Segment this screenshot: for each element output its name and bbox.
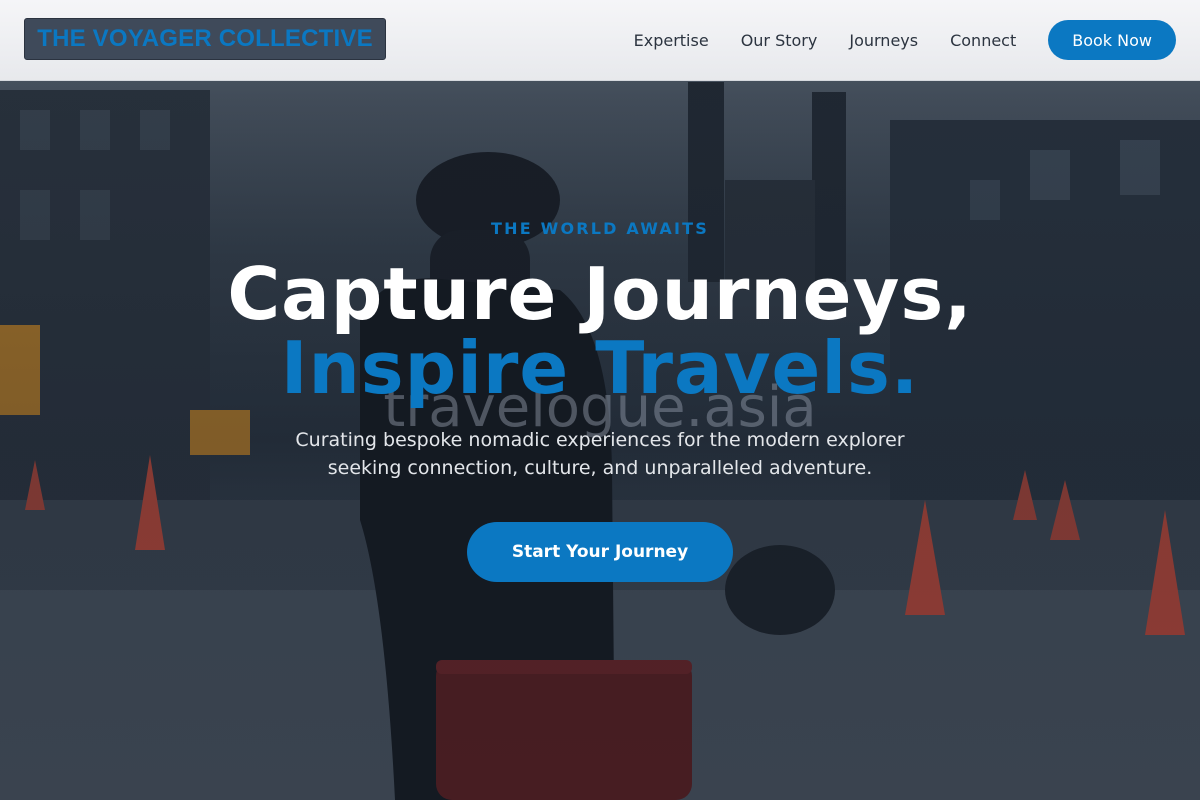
- hero-headline-line2: Inspire Travels.: [280, 326, 920, 410]
- brand-logo-text: THE VOYAGER COLLECTIVE: [37, 25, 373, 52]
- main-nav: Expertise Our Story Journeys Connect Boo…: [634, 20, 1176, 60]
- start-journey-button[interactable]: Start Your Journey: [467, 522, 733, 582]
- hero-eyebrow: THE WORLD AWAITS: [491, 219, 709, 238]
- nav-link-journeys[interactable]: Journeys: [849, 31, 918, 50]
- site-header: THE VOYAGER COLLECTIVE Expertise Our Sto…: [0, 0, 1200, 81]
- brand-logo[interactable]: THE VOYAGER COLLECTIVE: [24, 18, 386, 60]
- hero-section: THE WORLD AWAITS travelogue.asia Capture…: [0, 0, 1200, 800]
- book-now-button[interactable]: Book Now: [1048, 20, 1176, 60]
- hero-headline-line1: Capture Journeys,: [227, 252, 973, 336]
- hero-subtext: Curating bespoke nomadic experiences for…: [240, 426, 960, 482]
- nav-link-our-story[interactable]: Our Story: [741, 31, 818, 50]
- hero-subtext-line1: Curating bespoke nomadic experiences for…: [295, 429, 905, 451]
- nav-link-connect[interactable]: Connect: [950, 31, 1016, 50]
- hero-subtext-line2: seeking connection, culture, and unparal…: [327, 457, 873, 479]
- nav-link-expertise[interactable]: Expertise: [634, 31, 709, 50]
